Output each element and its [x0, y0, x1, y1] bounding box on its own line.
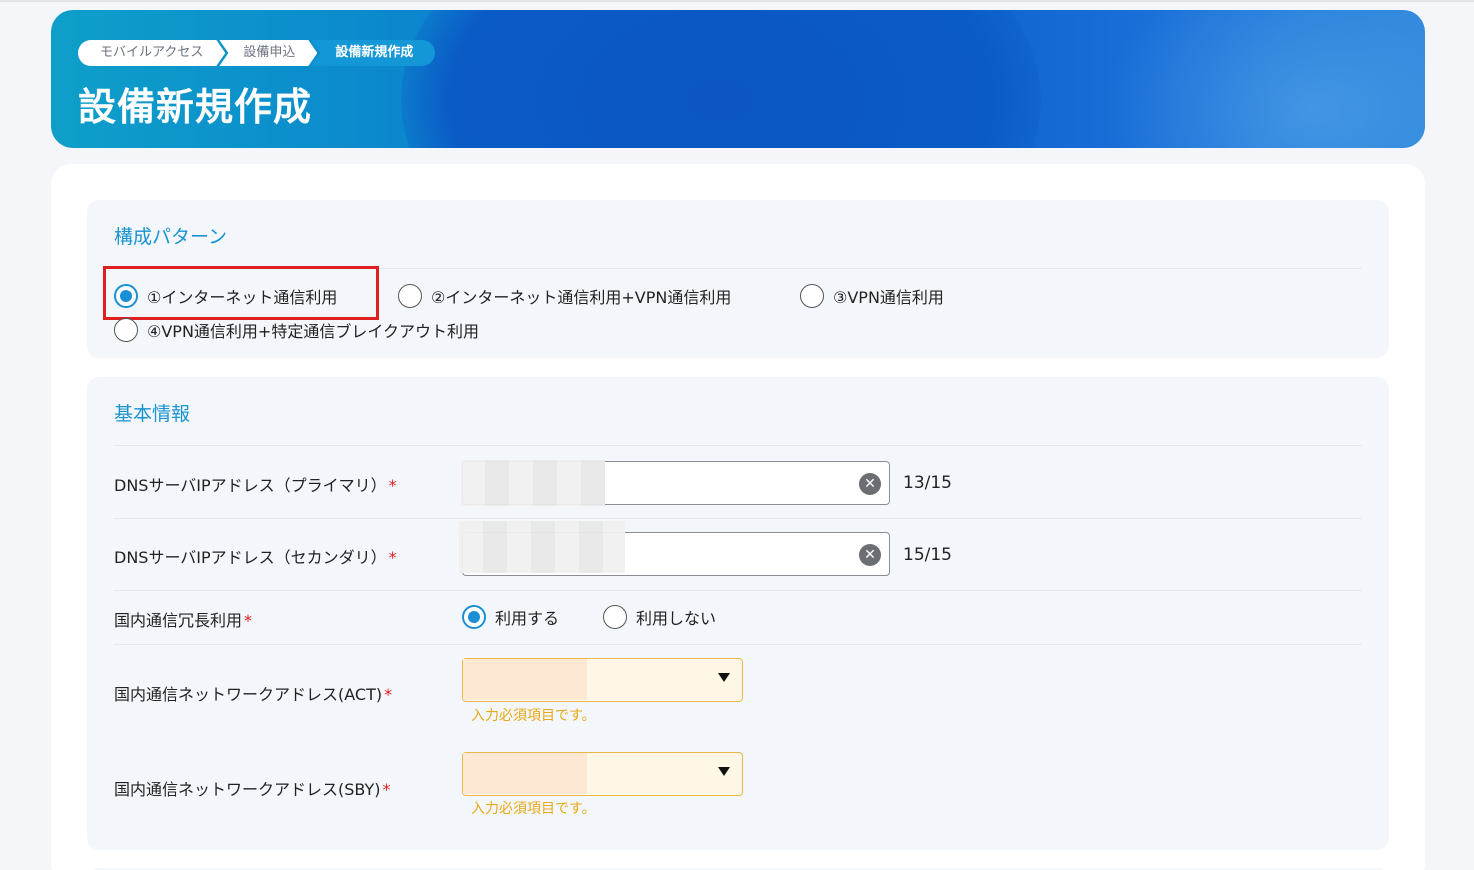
breadcrumb-item-current: 設備新規作成 — [311, 40, 436, 66]
redundancy-option-not-use[interactable]: 利用しない — [603, 605, 716, 629]
divider — [114, 644, 1362, 645]
divider — [114, 518, 1362, 519]
section-title: 基本情報 — [114, 403, 191, 425]
redacted-value — [463, 659, 587, 700]
sby-error-message: 入力必須項目です。 — [471, 801, 596, 817]
pattern-option-2[interactable]: ②インターネット通信利用+VPN通信利用 — [398, 284, 731, 308]
clear-icon[interactable]: ✕ — [859, 544, 881, 566]
header-decoration — [1101, 10, 1425, 148]
required-mark: * — [244, 611, 253, 630]
radio-unselected[interactable] — [603, 605, 627, 629]
radio-unselected[interactable] — [114, 318, 138, 342]
pattern-section: 構成パターン ①インターネット通信利用 ②インターネット通信利用+VPN通信利用… — [87, 200, 1389, 358]
sby-address-select[interactable] — [462, 752, 743, 796]
header-decoration — [401, 10, 1041, 148]
radio-label: ②インターネット通信利用+VPN通信利用 — [431, 288, 732, 307]
act-address-select[interactable] — [462, 658, 743, 702]
char-counter: 15/15 — [903, 545, 952, 565]
dns-secondary-label: DNSサーバIPアドレス（セカンダリ） * — [114, 548, 397, 567]
redacted-value — [463, 753, 587, 794]
dns-primary-label: DNSサーバIPアドレス（プライマリ） * — [114, 476, 397, 495]
form-card: 構成パターン ①インターネット通信利用 ②インターネット通信利用+VPN通信利用… — [51, 164, 1425, 870]
pattern-option-3[interactable]: ③VPN通信利用 — [800, 284, 944, 308]
radio-unselected[interactable] — [800, 284, 824, 308]
page-title: 設備新規作成 — [78, 85, 313, 129]
char-counter: 13/15 — [903, 473, 952, 493]
dropdown-arrow-icon — [718, 673, 730, 682]
radio-label: 利用する — [495, 609, 560, 628]
page-header: モバイルアクセス 設備申込 設備新規作成 設備新規作成 — [51, 10, 1425, 148]
required-mark: * — [384, 685, 393, 704]
radio-label: ③VPN通信利用 — [833, 288, 944, 307]
section-title: 構成パターン — [114, 226, 228, 248]
required-mark: * — [388, 548, 397, 567]
dns-primary-input[interactable]: ✕ — [461, 460, 890, 506]
radio-label: ④VPN通信利用+特定通信ブレイクアウト利用 — [147, 322, 479, 341]
required-mark: * — [388, 476, 397, 495]
clear-icon[interactable]: ✕ — [859, 473, 881, 495]
sby-address-label: 国内通信ネットワークアドレス(SBY) * — [114, 780, 391, 799]
divider — [114, 445, 1362, 446]
radio-selected[interactable] — [462, 605, 486, 629]
radio-label: ①インターネット通信利用 — [147, 288, 338, 307]
pattern-option-1[interactable]: ①インターネット通信利用 — [114, 284, 337, 308]
redundancy-label: 国内通信冗長利用 * — [114, 611, 253, 630]
required-mark: * — [382, 780, 391, 799]
radio-selected[interactable] — [114, 284, 138, 308]
breadcrumb-item-mobile-access[interactable]: モバイルアクセス — [78, 40, 225, 66]
breadcrumb: モバイルアクセス 設備申込 設備新規作成 — [78, 40, 436, 66]
basic-info-section: 基本情報 DNSサーバIPアドレス（プライマリ） * ✕ 13/15 DNSサーバ… — [87, 377, 1389, 850]
radio-label: 利用しない — [636, 609, 717, 628]
act-error-message: 入力必須項目です。 — [471, 708, 596, 724]
redacted-value — [461, 460, 605, 506]
dns-secondary-input[interactable]: ✕ — [459, 521, 890, 576]
pattern-option-4[interactable]: ④VPN通信利用+特定通信ブレイクアウト利用 — [114, 318, 479, 342]
breadcrumb-item-equipment-application[interactable]: 設備申込 — [219, 40, 317, 66]
radio-unselected[interactable] — [398, 284, 422, 308]
act-address-label: 国内通信ネットワークアドレス(ACT) * — [114, 685, 393, 704]
dropdown-arrow-icon — [718, 767, 730, 776]
redacted-value — [459, 521, 625, 573]
redundancy-option-use[interactable]: 利用する — [462, 605, 559, 629]
divider — [114, 590, 1362, 591]
